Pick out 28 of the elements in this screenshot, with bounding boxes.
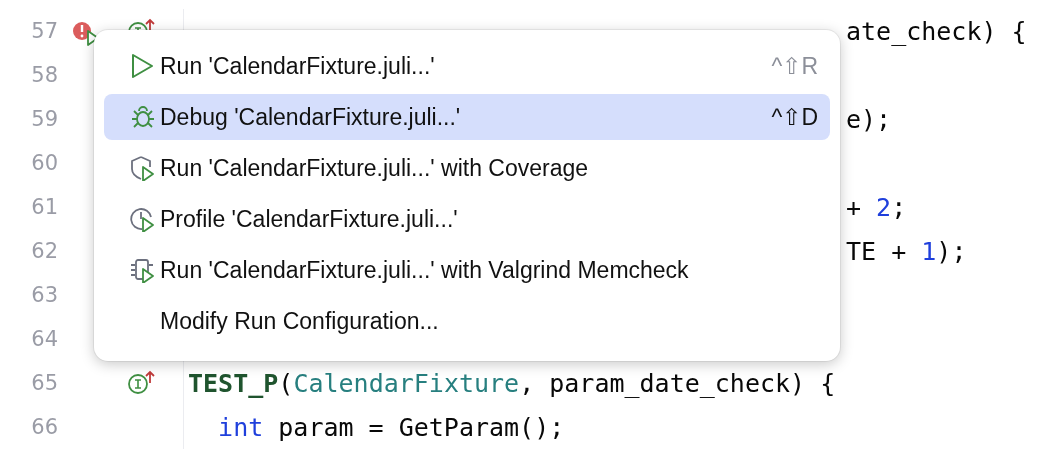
line-number: 64 xyxy=(31,327,58,351)
line-number: 60 xyxy=(31,151,58,175)
line-number: 61 xyxy=(31,195,58,219)
menu-item[interactable]: Run 'CalendarFixture.juli...' with Valgrind Memcheck xyxy=(104,247,830,293)
line-number: 66 xyxy=(31,415,58,439)
line-number: 57 xyxy=(31,19,58,43)
menu-item[interactable]: Profile 'CalendarFixture.juli...' xyxy=(104,196,830,242)
code-line: int param = GetParam(); xyxy=(218,412,565,442)
bug-icon xyxy=(130,104,156,130)
code-line: TE + 1); xyxy=(846,236,967,266)
line-number: 62 xyxy=(31,239,58,263)
menu-item[interactable]: Debug 'CalendarFixture.juli...' ^⇧D xyxy=(104,94,830,140)
menu-item[interactable]: Modify Run Configuration... xyxy=(104,298,830,344)
code-line: ate_check) { xyxy=(846,16,1027,46)
code-line: + 2; xyxy=(846,192,907,222)
menu-item[interactable]: Run 'CalendarFixture.juli...' with Coverage xyxy=(104,145,830,191)
code-line: TEST_P(CalendarFixture, param_date_check) { xyxy=(188,368,836,398)
chip-play-icon xyxy=(130,257,156,283)
line-number: 59 xyxy=(31,107,58,131)
clock-play-icon xyxy=(130,206,156,232)
menu-item[interactable]: Run 'CalendarFixture.juli...' ^⇧R xyxy=(104,43,830,89)
shield-play-icon xyxy=(130,155,156,181)
code-line: e); xyxy=(846,104,892,134)
line-number: 58 xyxy=(31,63,58,87)
run-icon xyxy=(130,53,154,79)
line-number: 63 xyxy=(31,283,58,307)
line-number: 65 xyxy=(31,371,58,395)
test-icon[interactable] xyxy=(127,370,157,396)
